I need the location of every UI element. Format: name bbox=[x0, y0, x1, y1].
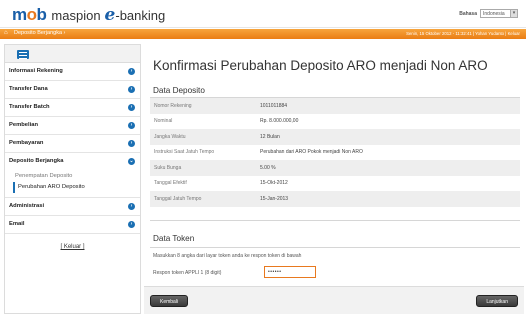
chevron-right-icon: › bbox=[128, 221, 135, 228]
header: mob maspion e -banking Bahasa Indonesia … bbox=[0, 0, 526, 28]
row-key: Instruksi Saat Jatuh Tempo bbox=[154, 149, 215, 156]
chevron-right-icon: › bbox=[128, 68, 135, 75]
table-row: Nomor Rekening 1011011884 bbox=[150, 98, 520, 114]
chevron-right-icon: › bbox=[128, 86, 135, 93]
table-row: Tanggal Jatuh Tempo 15-Jan-2013 bbox=[150, 191, 520, 207]
maspion-ebanking-logo[interactable]: mob maspion e -banking bbox=[12, 5, 166, 25]
token-instructions: Masukkan 8 angka dari layar token anda k… bbox=[153, 253, 302, 259]
session-info: Senin, 15 Oktober 2012 - 11:32:41 | Yoha… bbox=[406, 31, 520, 36]
submenu-item-penempatan-deposito[interactable]: Penempatan Deposito bbox=[5, 171, 140, 182]
sidebar-item-informasi-rekening[interactable]: Informasi Rekening › bbox=[5, 63, 140, 81]
sidebar-item-label: Transfer Batch bbox=[9, 104, 50, 110]
row-key: Nomor Rekening bbox=[154, 102, 192, 109]
row-value: 15-Jan-2013 bbox=[260, 195, 289, 202]
sidebar-item-email[interactable]: Email › bbox=[5, 216, 140, 234]
divider bbox=[150, 220, 520, 221]
table-row: Suku Bunga 5.00 % bbox=[150, 160, 520, 176]
deposito-submenu: Penempatan Deposito Perubahan ARO Deposi… bbox=[5, 171, 140, 198]
home-icon[interactable]: ⌂ bbox=[4, 30, 8, 36]
sidebar-item-label: Deposito Berjangka bbox=[9, 158, 64, 164]
menu-icon[interactable] bbox=[17, 50, 29, 59]
chevron-right-icon: › bbox=[128, 104, 135, 111]
row-key: Tanggal Jatuh Tempo bbox=[154, 195, 202, 202]
sidebar-item-label: Administrasi bbox=[9, 203, 45, 209]
menu-header bbox=[5, 45, 140, 63]
sidebar-item-label: Email bbox=[9, 221, 25, 227]
logo-banking: -banking bbox=[115, 8, 166, 23]
token-response-input[interactable]: •••••• bbox=[264, 266, 316, 278]
sidebar: Informasi Rekening › Transfer Dana › Tra… bbox=[4, 44, 141, 314]
sidebar-item-administrasi[interactable]: Administrasi › bbox=[5, 198, 140, 216]
row-key: Tanggal Efektif bbox=[154, 180, 187, 187]
button-bar: Kembali Lanjutkan bbox=[144, 286, 524, 314]
logo-mb: mob bbox=[12, 5, 47, 24]
next-button[interactable]: Lanjutkan bbox=[476, 295, 518, 307]
sidebar-item-transfer-dana[interactable]: Transfer Dana › bbox=[5, 81, 140, 99]
sidebar-item-deposito-berjangka[interactable]: Deposito Berjangka ⌄ bbox=[5, 153, 140, 171]
language-select[interactable]: Indonesia ▾ bbox=[480, 9, 518, 18]
language-label: Bahasa bbox=[459, 10, 477, 17]
submenu-item-perubahan-aro-deposito[interactable]: Perubahan ARO Deposito bbox=[13, 182, 140, 193]
token-label: Respon token APPLI 1 (8 digit) bbox=[153, 270, 222, 276]
logo-maspion: maspion bbox=[51, 8, 101, 23]
table-row: Jangka Waktu 12 Bulan bbox=[150, 129, 520, 145]
page-title: Konfirmasi Perubahan Deposito ARO menjad… bbox=[153, 58, 488, 73]
row-key: Jangka Waktu bbox=[154, 133, 186, 140]
row-key: Suku Bunga bbox=[154, 164, 182, 171]
sidebar-item-transfer-batch[interactable]: Transfer Batch › bbox=[5, 99, 140, 117]
sidebar-item-pembelian[interactable]: Pembelian › bbox=[5, 117, 140, 135]
sidebar-item-pembayaran[interactable]: Pembayaran › bbox=[5, 135, 140, 153]
row-key: Nominal bbox=[154, 118, 173, 125]
table-row: Nominal Rp. 8.000.000,00 bbox=[150, 114, 520, 130]
row-value: 12 Bulan bbox=[260, 133, 280, 140]
chevron-right-icon: › bbox=[128, 203, 135, 210]
chevron-right-icon: › bbox=[128, 140, 135, 147]
back-button[interactable]: Kembali bbox=[150, 295, 189, 307]
section-title-deposito: Data Deposito bbox=[153, 86, 205, 95]
table-row: Instruksi Saat Jatuh Tempo Perubahan dari… bbox=[150, 145, 520, 161]
sidebar-item-label: Transfer Dana bbox=[9, 86, 48, 92]
logo-e: e bbox=[104, 5, 116, 25]
section-title-token: Data Token bbox=[153, 234, 195, 243]
logout-container: [ Keluar ] bbox=[5, 244, 140, 250]
language-selector: Bahasa Indonesia ▾ bbox=[459, 9, 518, 18]
row-value: Perubahan dari ARO Pokok menjadi Non ARO bbox=[260, 149, 363, 156]
row-value: 5.00 % bbox=[260, 164, 276, 171]
deposit-details-table: Nomor Rekening 1011011884 Nominal Rp. 8.00… bbox=[150, 98, 520, 207]
chevron-down-icon: ⌄ bbox=[128, 158, 135, 165]
breadcrumb-item[interactable]: Deposito Berjangka › bbox=[14, 30, 65, 36]
chevron-down-icon: ▾ bbox=[510, 10, 517, 17]
divider bbox=[150, 247, 520, 248]
row-value: 1011011884 bbox=[260, 102, 288, 109]
row-value: 15-Okt-2012 bbox=[260, 180, 288, 187]
table-row: Tanggal Efektif 15-Okt-2012 bbox=[150, 176, 520, 192]
sidebar-item-label: Pembayaran bbox=[9, 140, 44, 146]
main-panel: Konfirmasi Perubahan Deposito ARO menjad… bbox=[144, 44, 524, 314]
row-value: Rp. 8.000.000,00 bbox=[260, 118, 299, 125]
logout-link[interactable]: [ Keluar ] bbox=[60, 244, 84, 250]
chevron-right-icon: › bbox=[128, 122, 135, 129]
breadcrumb-bar: ⌂ Deposito Berjangka › Senin, 15 Oktober… bbox=[0, 29, 526, 39]
sidebar-item-label: Pembelian bbox=[9, 122, 38, 128]
language-value: Indonesia bbox=[483, 11, 505, 17]
sidebar-item-label: Informasi Rekening bbox=[9, 68, 63, 74]
